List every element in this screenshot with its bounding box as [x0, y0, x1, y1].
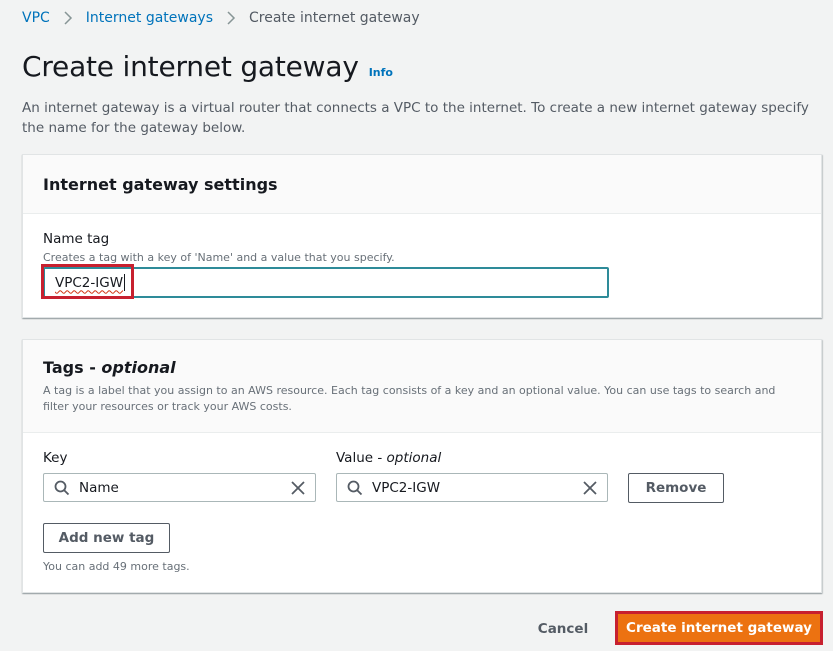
- search-icon: [54, 480, 70, 496]
- chevron-right-icon: [213, 11, 249, 25]
- breadcrumb: VPC Internet gateways Create internet ga…: [22, 10, 420, 26]
- text-caret: [124, 274, 126, 291]
- add-new-tag-button[interactable]: Add new tag: [43, 523, 170, 553]
- tags-limit-text: You can add 49 more tags.: [43, 560, 190, 573]
- clear-icon[interactable]: [582, 480, 598, 496]
- breadcrumb-vpc[interactable]: VPC: [22, 10, 50, 26]
- search-icon: [347, 480, 363, 496]
- tags-card-title: Tags - optional: [43, 358, 801, 377]
- chevron-right-icon: [50, 11, 86, 25]
- name-tag-input[interactable]: VPC2-IGW: [43, 267, 609, 298]
- breadcrumb-internet-gateways[interactable]: Internet gateways: [86, 10, 213, 26]
- settings-card-title: Internet gateway settings: [43, 174, 278, 194]
- info-link[interactable]: Info: [369, 66, 393, 79]
- name-tag-description: Creates a tag with a key of 'Name' and a…: [43, 251, 395, 264]
- breadcrumb-current: Create internet gateway: [249, 10, 420, 26]
- clear-icon[interactable]: [290, 480, 306, 496]
- tags-title-text: Tags -: [43, 358, 102, 377]
- cancel-button[interactable]: Cancel: [528, 617, 598, 641]
- page-title: Create internet gateway: [22, 50, 359, 83]
- value-label-text: Value -: [336, 450, 387, 466]
- settings-card: Internet gateway settings Name tag Creat…: [22, 154, 822, 318]
- tag-value-value: VPC2-IGW: [372, 479, 441, 496]
- tag-key-input[interactable]: Name: [43, 473, 316, 502]
- value-label-optional: optional: [386, 450, 442, 466]
- page-header: Create internet gateway Info: [22, 50, 393, 83]
- key-label: Key: [43, 450, 68, 466]
- remove-tag-button[interactable]: Remove: [628, 473, 724, 503]
- name-tag-label: Name tag: [43, 231, 110, 247]
- page-description: An internet gateway is a virtual router …: [22, 100, 809, 136]
- settings-card-header: Internet gateway settings: [23, 155, 821, 214]
- tag-value-input[interactable]: VPC2-IGW: [336, 473, 608, 502]
- tags-description: A tag is a label that you assign to an A…: [43, 384, 776, 413]
- tags-card: Tags - optional A tag is a label that yo…: [22, 339, 822, 593]
- value-label: Value - optional: [336, 450, 441, 466]
- tags-title-optional: optional: [101, 358, 176, 377]
- create-internet-gateway-button[interactable]: Create internet gateway: [615, 611, 823, 645]
- name-tag-input-value: VPC2-IGW: [55, 274, 124, 291]
- tags-card-header: Tags - optional A tag is a label that yo…: [23, 340, 821, 433]
- page: VPC Internet gateways Create internet ga…: [0, 0, 833, 651]
- tag-key-value: Name: [79, 479, 119, 496]
